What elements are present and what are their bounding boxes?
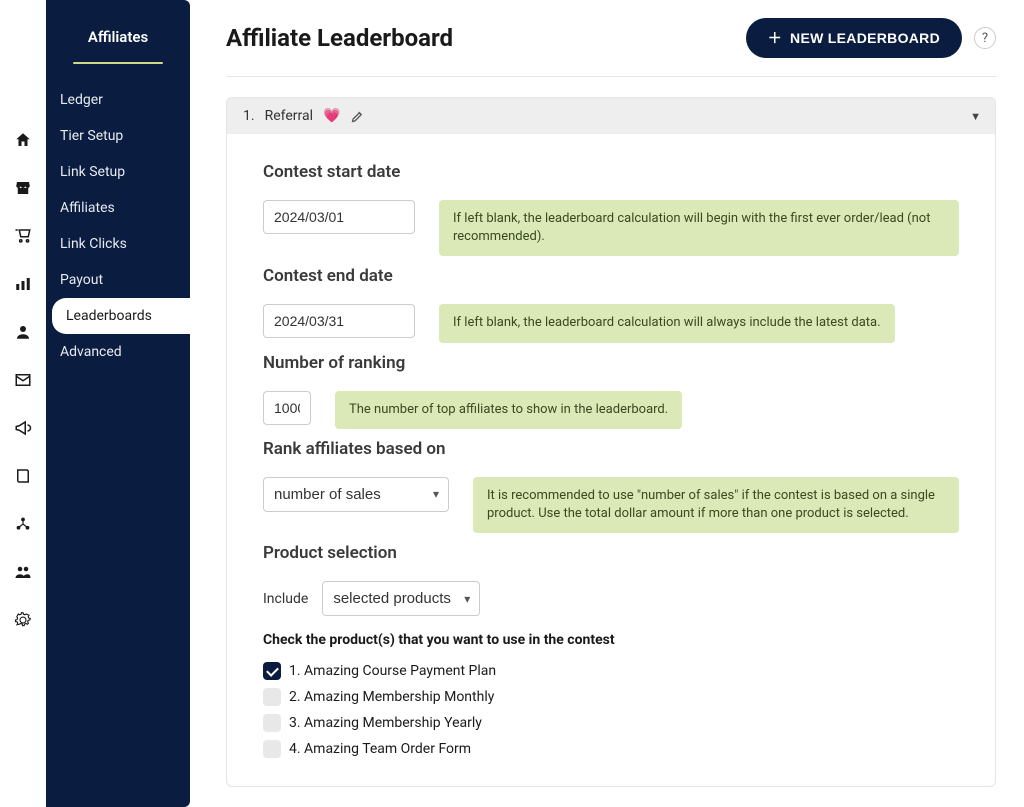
new-leaderboard-label: NEW LEADERBOARD xyxy=(790,30,940,46)
users-icon[interactable] xyxy=(13,562,33,582)
product-label-4: 4. Amazing Team Order Form xyxy=(289,741,471,757)
sidebar-item-advanced[interactable]: Advanced xyxy=(46,334,190,370)
sidebar-item-affiliates[interactable]: Affiliates xyxy=(46,190,190,226)
product-label-2: 2. Amazing Membership Monthly xyxy=(289,689,494,705)
page-title: Affiliate Leaderboard xyxy=(226,24,453,52)
rank-count-input[interactable] xyxy=(263,391,311,425)
panel-index: 1. xyxy=(243,108,255,124)
product-label-3: 3. Amazing Membership Yearly xyxy=(289,715,482,731)
include-select[interactable]: selected products xyxy=(322,581,480,616)
new-leaderboard-button[interactable]: ＋ NEW LEADERBOARD xyxy=(746,18,962,58)
sidebar-item-link-setup[interactable]: Link Setup xyxy=(46,154,190,190)
book-icon[interactable] xyxy=(13,466,33,486)
chevron-down-icon[interactable]: ▼ xyxy=(970,110,981,123)
sidebar-title: Affiliates xyxy=(46,0,190,62)
sidebar: Affiliates Ledger Tier Setup Link Setup … xyxy=(46,0,190,807)
product-checkbox-1[interactable] xyxy=(263,662,281,680)
sidebar-item-ledger[interactable]: Ledger xyxy=(46,82,190,118)
rank-count-hint: The number of top affiliates to show in … xyxy=(335,391,682,429)
product-row-2: 2. Amazing Membership Monthly xyxy=(263,684,959,710)
sidebar-item-tier-setup[interactable]: Tier Setup xyxy=(46,118,190,154)
product-checkbox-2[interactable] xyxy=(263,688,281,706)
end-date-hint: If left blank, the leaderboard calculati… xyxy=(439,304,895,342)
product-checkbox-3[interactable] xyxy=(263,714,281,732)
panel-name: Referral xyxy=(265,108,313,124)
start-date-input[interactable] xyxy=(263,200,415,234)
include-label: Include xyxy=(263,591,308,607)
leaderboard-panel: 1. Referral 💗 ▼ Contest start date If le… xyxy=(226,97,996,787)
help-button[interactable]: ? xyxy=(974,27,996,49)
start-date-label: Contest start date xyxy=(263,162,959,182)
rank-basis-select[interactable]: number of sales xyxy=(263,477,449,512)
mail-icon[interactable] xyxy=(13,370,33,390)
store-icon[interactable] xyxy=(13,178,33,198)
heart-icon: 💗 xyxy=(323,108,340,124)
sidebar-item-payout[interactable]: Payout xyxy=(46,262,190,298)
product-selection-label: Product selection xyxy=(263,543,959,563)
panel-header[interactable]: 1. Referral 💗 ▼ xyxy=(227,98,995,134)
start-date-hint: If left blank, the leaderboard calculati… xyxy=(439,200,959,256)
network-icon[interactable] xyxy=(13,514,33,534)
end-date-input[interactable] xyxy=(263,304,415,338)
product-row-4: 4. Amazing Team Order Form xyxy=(263,736,959,762)
panel-body: Contest start date If left blank, the le… xyxy=(227,134,995,786)
megaphone-icon[interactable] xyxy=(13,418,33,438)
cart-icon[interactable] xyxy=(13,226,33,246)
sidebar-divider xyxy=(73,62,163,64)
plus-icon: ＋ xyxy=(768,28,782,48)
sidebar-item-link-clicks[interactable]: Link Clicks xyxy=(46,226,190,262)
product-label-1: 1. Amazing Course Payment Plan xyxy=(289,663,496,679)
home-icon[interactable] xyxy=(13,130,33,150)
icon-rail xyxy=(0,0,46,807)
end-date-label: Contest end date xyxy=(263,266,959,286)
product-row-3: 3. Amazing Membership Yearly xyxy=(263,710,959,736)
sidebar-item-leaderboards[interactable]: Leaderboards xyxy=(52,298,190,334)
analytics-icon[interactable] xyxy=(13,274,33,294)
page-header: Affiliate Leaderboard ＋ NEW LEADERBOARD … xyxy=(226,18,996,77)
main-content: Affiliate Leaderboard ＋ NEW LEADERBOARD … xyxy=(190,0,1024,807)
gear-icon[interactable] xyxy=(13,610,33,630)
product-checkbox-4[interactable] xyxy=(263,740,281,758)
rank-count-label: Number of ranking xyxy=(263,353,959,373)
edit-icon[interactable] xyxy=(350,109,365,124)
product-check-instruction: Check the product(s) that you want to us… xyxy=(263,632,959,648)
user-icon[interactable] xyxy=(13,322,33,342)
rank-basis-hint: It is recommended to use "number of sale… xyxy=(473,477,959,533)
product-row-1: 1. Amazing Course Payment Plan xyxy=(263,658,959,684)
rank-basis-label: Rank affiliates based on xyxy=(263,439,959,459)
